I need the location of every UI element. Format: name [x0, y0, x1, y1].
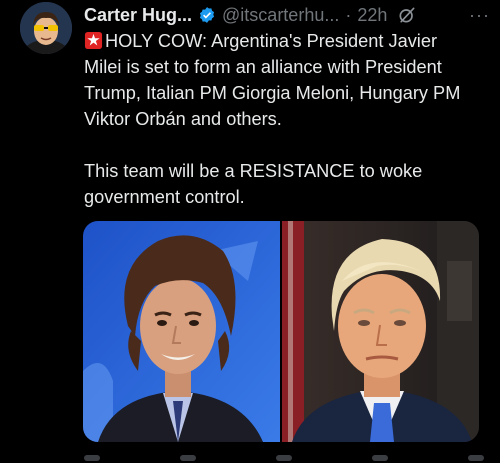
tweet-timestamp[interactable]: 22h [357, 5, 387, 26]
author-name[interactable]: Carter Hug... [84, 5, 192, 26]
author-handle[interactable]: @itscarterhu... [222, 5, 339, 26]
share-icon[interactable] [468, 455, 484, 461]
views-icon[interactable] [372, 455, 388, 461]
reply-icon[interactable] [84, 455, 100, 461]
siren-emoji-icon [84, 31, 103, 50]
tweet-line: Milei is set to form an alliance with Pr… [84, 57, 442, 77]
tweet-line: government control. [84, 187, 245, 207]
tweet-text: HOLY COW: Argentina's President Javier M… [84, 28, 489, 210]
tweet-line: HOLY COW: Argentina's President Javier [84, 28, 489, 54]
repost-icon[interactable] [180, 455, 196, 461]
author-avatar[interactable] [20, 2, 72, 54]
media-photo-left[interactable] [83, 221, 280, 442]
media-photo-right[interactable] [282, 221, 479, 442]
tweet-media[interactable] [83, 221, 479, 442]
tweet-line: Trump, Italian PM Giorgia Meloni, Hungar… [84, 83, 461, 103]
like-icon[interactable] [276, 455, 292, 461]
verified-badge-icon [199, 7, 215, 23]
more-options-icon[interactable]: ··· [469, 5, 490, 26]
tweet-line: This team will be a RESISTANCE to woke [84, 161, 423, 181]
tweet-header: Carter Hug... @itscarterhu... · 22h ··· [84, 4, 490, 26]
grok-icon[interactable] [397, 5, 417, 25]
time-separator: · [345, 4, 352, 25]
tweet-actions-bar [84, 455, 484, 463]
tweet-line: Viktor Orbán and others. [84, 109, 282, 129]
